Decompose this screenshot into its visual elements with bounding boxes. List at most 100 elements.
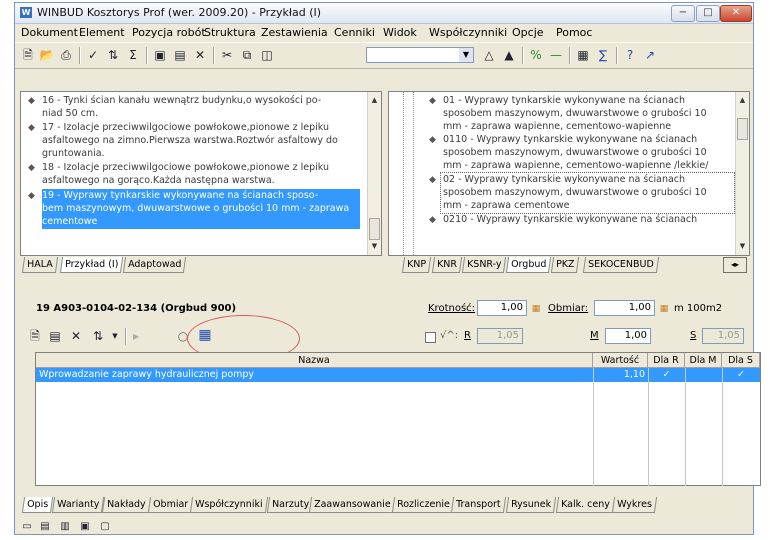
tab-warianty[interactable]: Warianty: [51, 497, 105, 513]
layout-b-icon[interactable]: ▤: [37, 519, 53, 535]
scroll-up-icon[interactable]: ▲: [368, 94, 381, 107]
close-button[interactable]: ✕: [720, 5, 752, 22]
scroll-up-icon[interactable]: ▲: [736, 94, 749, 107]
tab-wykres[interactable]: Wykres: [611, 497, 657, 513]
menu-zestawienia[interactable]: Zestawienia: [261, 26, 328, 39]
tree-item[interactable]: 0210 - Wyprawy tynkarskie wykonywane na …: [443, 213, 697, 227]
tab-orgbud[interactable]: Orgbud: [505, 257, 552, 273]
scroll-thumb[interactable]: [737, 118, 748, 140]
delete-row-icon[interactable]: ✕: [68, 328, 84, 344]
s-field[interactable]: 1,05: [702, 328, 744, 344]
tab-adaptowad[interactable]: Adaptowad: [122, 257, 187, 273]
percent-icon[interactable]: %: [528, 47, 544, 63]
insert-icon[interactable]: ▣: [152, 47, 168, 63]
tree-item[interactable]: mm - zaprawa wapienne, cementowo-wapienn…: [443, 159, 708, 173]
sort-icon[interactable]: ⇅: [105, 47, 121, 63]
maximize-button[interactable]: □: [696, 5, 720, 22]
tab-hala[interactable]: HALA: [21, 257, 58, 273]
new-icon[interactable]: 🗎: [20, 47, 36, 63]
bold-icon[interactable]: ∑: [595, 47, 611, 63]
tab-nav-button[interactable]: ◂▸: [723, 257, 747, 273]
tree-item[interactable]: 17 - Izolacje przeciwwilgociowe powłokow…: [42, 121, 329, 135]
tree-item[interactable]: gruntowania.: [42, 147, 105, 161]
column-header-nazwa[interactable]: Nazwa: [36, 353, 593, 368]
calculator-icon[interactable]: ▦: [528, 301, 544, 317]
right-tree-scrollbar[interactable]: ▲ ▼: [735, 92, 749, 255]
tab-obmiar[interactable]: Obmiar: [147, 497, 194, 513]
menu-element[interactable]: Element: [79, 26, 125, 39]
obmiar-field[interactable]: 1,00: [594, 300, 655, 316]
tab-knp[interactable]: KNP: [401, 257, 432, 273]
minus-icon[interactable]: —: [548, 47, 564, 63]
scroll-down-icon[interactable]: ▼: [368, 240, 381, 253]
report-icon[interactable]: ▦: [575, 47, 591, 63]
copy-icon[interactable]: ⧉: [239, 47, 255, 63]
tree-item[interactable]: sposobem maszynowym, dwuwarstwowe o grub…: [443, 146, 707, 160]
menu-pomoc[interactable]: Pomoc: [556, 26, 592, 39]
sum-icon[interactable]: Σ: [125, 47, 141, 63]
coefficients-grid[interactable]: Nazwa Wartość Dla R Dla M Dla S Wprowadz…: [35, 352, 761, 486]
tab-opis[interactable]: Opis: [21, 497, 54, 513]
row-dla-r-check[interactable]: ✓: [648, 368, 685, 382]
open-icon[interactable]: 📂: [39, 47, 55, 63]
tab-rozliczenie[interactable]: Rozliczenie: [391, 497, 455, 513]
tree-item-selected[interactable]: 19 - Wyprawy tynkarskie wykonywane na śc…: [42, 189, 360, 203]
toolbar-combo[interactable]: ▼: [366, 47, 474, 63]
scroll-thumb[interactable]: [369, 218, 380, 240]
r-field[interactable]: 1,05: [477, 328, 523, 344]
tree-item-focused[interactable]: mm - zaprawa cementowe: [443, 199, 570, 213]
binoculars-icon[interactable]: △: [481, 47, 497, 63]
chevron-down-icon[interactable]: ▼: [107, 328, 123, 344]
column-header-dla-m[interactable]: Dla M: [685, 353, 722, 368]
whatsthis-icon[interactable]: ↗: [642, 47, 658, 63]
row-dla-s-check[interactable]: ✓: [722, 368, 760, 382]
find-next-icon[interactable]: ▲: [501, 47, 517, 63]
layout-e-icon[interactable]: ▢: [97, 519, 113, 535]
cut-icon[interactable]: ✂: [219, 47, 235, 63]
tree-item[interactable]: 0110 - Wyprawy tynkarskie wykonywane na …: [443, 133, 697, 147]
insert-below-icon[interactable]: ▤: [172, 47, 188, 63]
tree-item[interactable]: mm - zaprawa wapienne, cementowo-wapienn…: [443, 120, 671, 134]
tab-transport[interactable]: Transport: [450, 497, 506, 513]
properties-icon[interactable]: ▤: [47, 328, 63, 344]
tree-item-focused[interactable]: 02 - Wyprawy tynkarskie wykonywane na śc…: [443, 173, 685, 187]
left-tree[interactable]: ◆ 16 - Tynki ścian kanału wewnątrz budyn…: [20, 91, 382, 256]
tab-narzuty[interactable]: Narzuty: [266, 497, 315, 513]
calculator-icon[interactable]: ▦: [656, 301, 672, 317]
menu-cenniki[interactable]: Cenniki: [334, 26, 375, 39]
help-icon[interactable]: ?: [622, 47, 638, 63]
column-header-wartosc[interactable]: Wartość: [593, 353, 648, 368]
tab-pkz[interactable]: PKZ: [550, 257, 580, 273]
tab-knr[interactable]: KNR: [431, 257, 463, 273]
tree-item-focused[interactable]: sposobem maszynowym, dwuwarstwowe o grub…: [443, 186, 707, 200]
right-tree[interactable]: ◆ 01 - Wyprawy tynkarskie wykonywane na …: [388, 91, 750, 256]
tree-item[interactable]: niad 50 cm.: [42, 107, 98, 121]
menu-widok[interactable]: Widok: [383, 26, 417, 39]
column-header-dla-r[interactable]: Dla R: [648, 353, 685, 368]
tab-zaawansowanie[interactable]: Zaawansowanie: [308, 497, 396, 513]
tab-naklady[interactable]: Nakłady: [101, 497, 151, 513]
tab-ksnr[interactable]: KSNR-y: [461, 257, 507, 273]
print-icon[interactable]: ⎙: [58, 47, 74, 63]
tab-wspolczynniki[interactable]: Współczynniki: [189, 497, 268, 513]
menu-pozycja-robot[interactable]: Pozycja robót: [132, 26, 206, 39]
tree-item[interactable]: asfaltowego na zimno.Pierwsza warstwa.Ro…: [42, 134, 338, 148]
tab-rysunek[interactable]: Rysunek: [505, 497, 557, 513]
menu-struktura[interactable]: Struktura: [204, 26, 256, 39]
menu-dokument[interactable]: Dokument: [21, 26, 78, 39]
tree-item[interactable]: asfaltowego na gorąco.Każda następna war…: [42, 174, 275, 188]
new-row-icon[interactable]: 🗎: [27, 328, 43, 344]
paste-icon[interactable]: ◫: [259, 47, 275, 63]
layout-a-icon[interactable]: ▭: [19, 519, 35, 535]
tree-item[interactable]: 18 - Izolacje przeciwwilgociowe powłokow…: [42, 161, 329, 175]
tab-przyklad[interactable]: Przykład (I): [59, 257, 124, 273]
flag-checkbox[interactable]: [425, 332, 436, 343]
sort-rows-icon[interactable]: ⇅: [90, 328, 106, 344]
minimize-button[interactable]: −: [671, 5, 695, 22]
menu-opcje[interactable]: Opcje: [512, 26, 544, 39]
row-dla-m-check[interactable]: [685, 368, 722, 382]
left-tree-scrollbar[interactable]: ▲ ▼: [367, 92, 381, 255]
check-icon[interactable]: ✓: [85, 47, 101, 63]
column-header-dla-s[interactable]: Dla S: [722, 353, 760, 368]
layout-c-icon[interactable]: ▥: [57, 519, 73, 535]
